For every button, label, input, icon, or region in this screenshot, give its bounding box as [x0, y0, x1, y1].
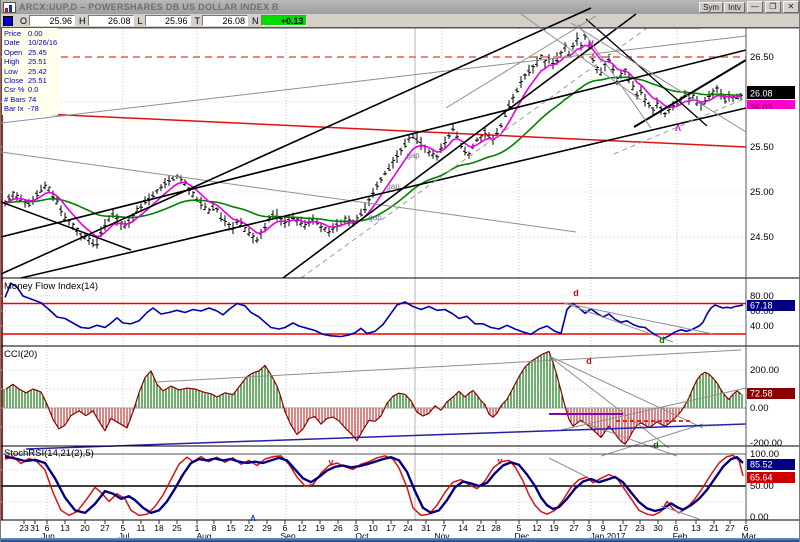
info-row: Bar Ix-78 [4, 104, 58, 113]
annotation-d: d [586, 356, 592, 366]
info-row: Price0.00 [4, 29, 58, 38]
date-day-label: 12 [532, 523, 542, 533]
axis-value-box: 65.64 [750, 473, 773, 483]
annotation-Λ: Λ [675, 123, 681, 133]
stochrsi-panel-label: StochRSI(14,21(2),5) [4, 448, 94, 459]
date-day-label: 28 [491, 523, 501, 533]
date-day-label: 13 [691, 523, 701, 533]
date-day-label: 20 [80, 523, 90, 533]
date-day-label: 21 [476, 523, 486, 533]
stochrsi-tick: 0.00 [750, 512, 769, 523]
date-day-label: 19 [549, 523, 559, 533]
date-day-label: 31 [30, 523, 40, 533]
annotation-d: d [659, 335, 665, 345]
annotation-d: d [653, 440, 659, 450]
date-day-label: 19 [315, 523, 325, 533]
price-tick: 26.50 [750, 52, 774, 63]
info-row: Open25.45 [4, 48, 58, 57]
annotation-up-arrow: Λ [250, 514, 256, 523]
price-tick: 24.50 [750, 232, 774, 243]
mfi-tick: 40.00 [750, 321, 774, 332]
annotation-gap: gap [406, 151, 420, 160]
date-day-label: 23 [635, 523, 645, 533]
date-day-label: 24 [403, 523, 413, 533]
annotation-gap: gap [368, 213, 382, 222]
info-row: Low25.42 [4, 67, 58, 76]
date-day-label: 17 [386, 523, 396, 533]
date-day-label: 13 [60, 523, 70, 533]
axis-value-box: 85.52 [750, 460, 773, 470]
annotation-v: v [588, 38, 594, 49]
cci-tick: -200.00 [750, 438, 782, 449]
cci-tick: 0.00 [750, 403, 769, 414]
chart-window: v Λgap gap gap d d Money Flow Index(14) d d CCI(2… [0, 0, 800, 542]
date-day-label: 27 [725, 523, 735, 533]
date-day-label: 27 [569, 523, 579, 533]
date-day-label: 21 [709, 523, 719, 533]
annotation-v: v [328, 457, 333, 467]
info-row: Date10/26/16 [4, 38, 58, 47]
mfi-panel-label: Money Flow Index(14) [4, 281, 98, 292]
cci-tick: 200.00 [750, 365, 779, 376]
chart-area[interactable]: v Λgap gap gap d d Money Flow Index(14) d d CCI(2… [1, 0, 800, 542]
cursor-info-panel: Price0.00Date10/26/16Open25.45High25.51L… [2, 28, 58, 115]
date-day-label: 14 [458, 523, 468, 533]
date-day-label: 26 [333, 523, 343, 533]
axis-value-box: 67.18 [750, 301, 773, 311]
date-day-label: 25 [172, 523, 182, 533]
cci-panel-label: CCI(20) [4, 349, 37, 360]
date-day-label: 15 [226, 523, 236, 533]
price-tick: 25.00 [750, 187, 774, 198]
date-day-label: 12 [297, 523, 307, 533]
info-row: High25.51 [4, 57, 58, 66]
date-day-label: 23 [19, 523, 29, 533]
date-day-label: 22 [244, 523, 254, 533]
date-day-label: 29 [262, 523, 272, 533]
annotation-v: v [497, 456, 502, 466]
price-tick: 25.50 [750, 142, 774, 153]
annotation-gap: gap [386, 182, 400, 191]
axis-value-box: 26.08 [750, 89, 773, 99]
axis-value-box: 72.58 [750, 389, 773, 399]
date-day-label: 31 [421, 523, 431, 533]
info-row: Close25.51 [4, 76, 58, 85]
date-day-label: 11 [137, 523, 146, 533]
stochrsi-tick: 100.00 [750, 449, 779, 460]
annotation-d: d [573, 288, 579, 298]
window-bottom-border [1, 538, 800, 542]
date-day-label: 27 [100, 523, 110, 533]
date-day-label: 8 [212, 523, 217, 533]
date-day-label: 18 [154, 523, 164, 533]
date-day-label: 10 [368, 523, 378, 533]
info-row: Csr %0.0 [4, 85, 58, 94]
date-day-label: 30 [653, 523, 663, 533]
info-row: # Bars74 [4, 95, 58, 104]
